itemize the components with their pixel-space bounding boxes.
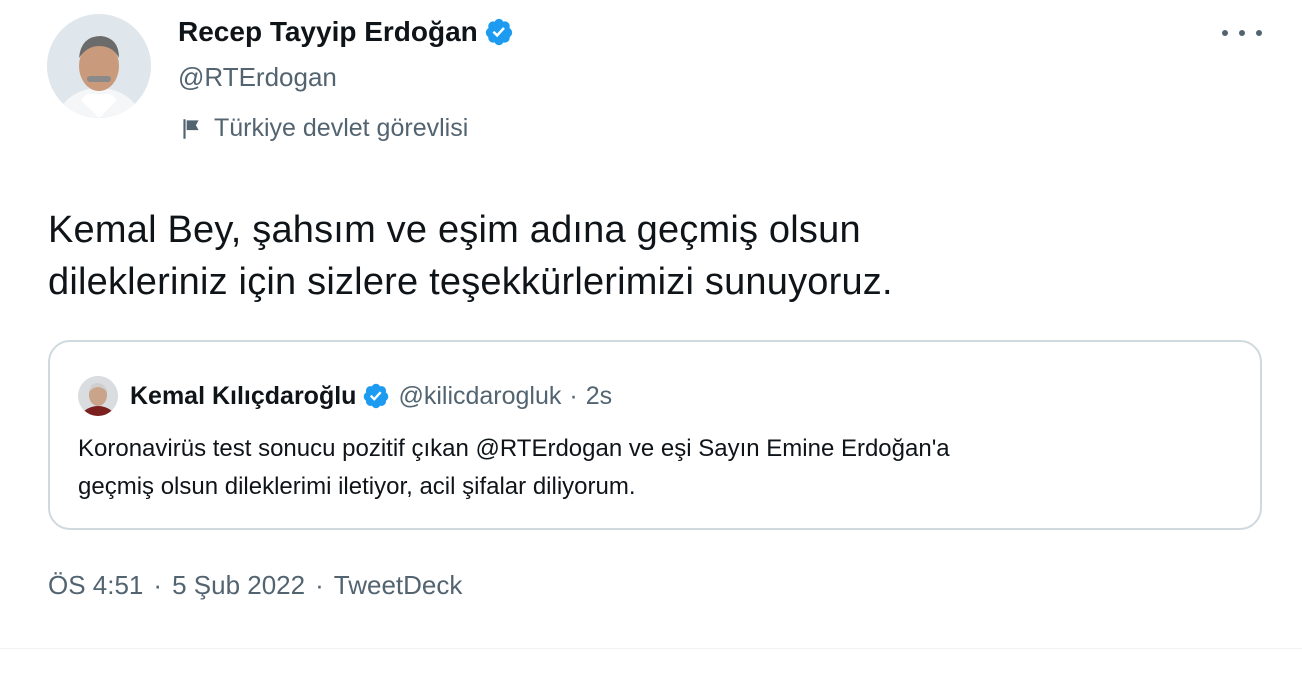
quoted-author-handle[interactable]: @kilicdarogluk (398, 382, 561, 411)
tweet-source[interactable]: TweetDeck (334, 570, 463, 601)
quoted-text-line: geçmiş olsun dileklerimi iletiyor, acil … (78, 473, 636, 500)
more-options-icon-dot (1239, 30, 1245, 36)
tweet-text-line: Kemal Bey, şahsım ve eşim adına geçmiş o… (48, 209, 861, 251)
meta-separator: · (315, 570, 324, 600)
quoted-tweet-text: Koronavirüs test sonucu pozitif çıkan @R… (78, 430, 950, 506)
flag-icon (183, 118, 199, 139)
author-name-text: Recep Tayyip Erdoğan (178, 16, 478, 47)
quoted-author-name[interactable]: Kemal Kılıçdaroğlu (130, 382, 356, 411)
meta-separator: · (153, 570, 163, 600)
quoted-tweet-card[interactable]: Kemal Kılıçdaroğlu @kilicdarogluk · 2s K… (48, 340, 1262, 530)
author-handle[interactable]: @RTErdogan (178, 62, 337, 93)
government-label: Türkiye devlet görevlisi (178, 114, 468, 143)
quoted-author-avatar[interactable] (78, 376, 118, 416)
government-label-text: Türkiye devlet görevlisi (214, 114, 469, 142)
tweet-meta: ÖS 4:51 · 5 Şub 2022 · TweetDeck (48, 570, 462, 601)
author-avatar[interactable] (47, 14, 151, 118)
verified-badge-icon (485, 18, 512, 46)
author-name[interactable]: Recep Tayyip Erdoğan (178, 16, 514, 48)
quoted-separator: · (569, 381, 578, 410)
quoted-text-line: Koronavirüs test sonucu pozitif çıkan @R… (78, 435, 950, 462)
quoted-tweet-header: Kemal Kılıçdaroğlu @kilicdarogluk · 2s (78, 376, 612, 416)
tweet-text-line: dilekleriniz için sizlere teşekkürlerimi… (48, 261, 893, 303)
more-options-icon (1222, 30, 1228, 36)
tweet-text: Kemal Bey, şahsım ve eşim adına geçmiş o… (48, 204, 1248, 308)
quoted-author-avatar-image (78, 376, 118, 416)
more-options-button[interactable] (1222, 18, 1262, 48)
tweet-time[interactable]: ÖS 4:51 (48, 570, 143, 601)
tweet-date[interactable]: 5 Şub 2022 (172, 570, 305, 601)
more-options-icon-dot (1256, 30, 1262, 36)
divider (0, 648, 1302, 649)
verified-badge-icon (364, 383, 389, 409)
quoted-timestamp[interactable]: 2s (586, 382, 612, 411)
author-avatar-image (47, 14, 151, 118)
